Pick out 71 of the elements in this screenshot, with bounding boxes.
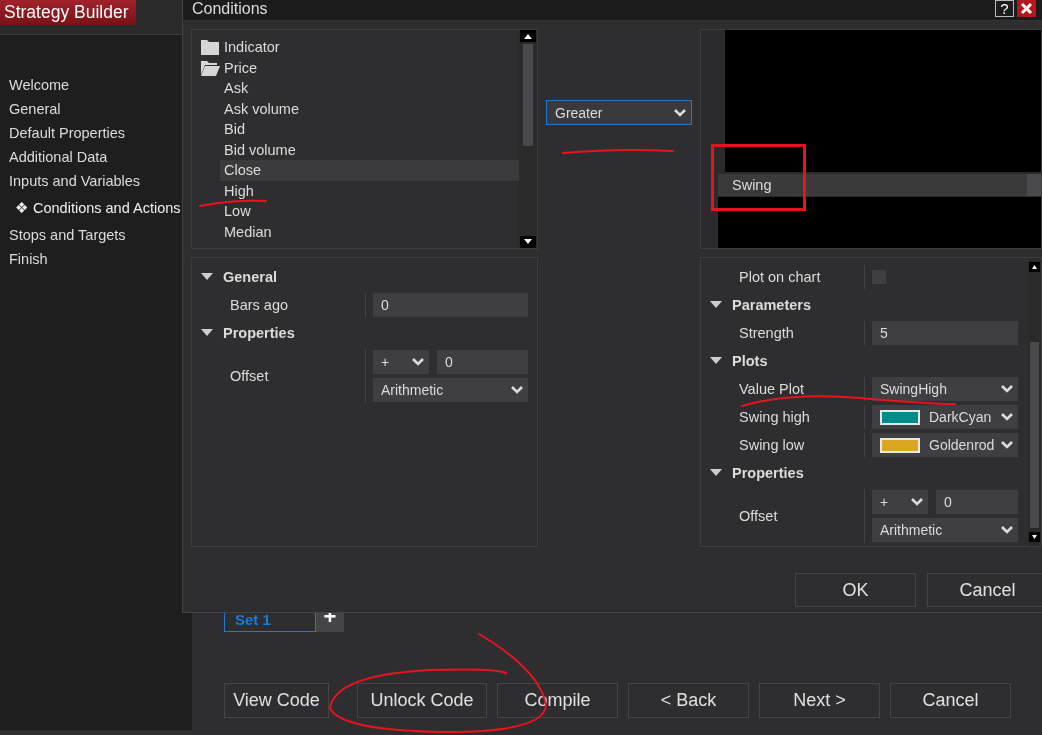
- footer-button[interactable]: Unlock Code: [357, 683, 487, 718]
- dropdown[interactable]: Arithmetic: [373, 378, 528, 402]
- category-heading: General: [223, 269, 277, 285]
- property-label: Offset: [230, 368, 269, 384]
- chevron-down-icon: [910, 497, 924, 507]
- property-label: Value Plot: [739, 381, 805, 397]
- sidebar-item[interactable]: General: [0, 97, 183, 121]
- pen-stroke: [199, 199, 267, 207]
- arrow-up-icon[interactable]: [520, 30, 536, 42]
- tree-item[interactable]: Bid volume: [192, 139, 519, 160]
- sidebar-item[interactable]: Welcome: [0, 73, 183, 97]
- footer-button[interactable]: Next >: [759, 683, 880, 718]
- dropdown[interactable]: SwingHigh: [872, 377, 1019, 401]
- chevron-down-icon: [1000, 525, 1015, 535]
- property-label: Offset: [739, 508, 778, 524]
- close-icon[interactable]: [1017, 0, 1036, 17]
- tree-item[interactable]: Close: [220, 160, 519, 181]
- category-heading: Properties: [223, 325, 295, 341]
- dialog-button[interactable]: Cancel: [927, 573, 1042, 607]
- chevron-down-icon: [510, 385, 524, 395]
- footer-button[interactable]: View Code: [224, 683, 329, 718]
- arrow-down-icon[interactable]: [1029, 532, 1041, 542]
- tree-item[interactable]: Bid: [192, 119, 519, 140]
- dropdown[interactable]: +: [373, 350, 429, 374]
- sidebar-item[interactable]: Inputs and Variables: [0, 169, 183, 193]
- dropdown[interactable]: +: [872, 490, 928, 514]
- category-heading: Plots: [732, 353, 768, 369]
- chevron-down-icon: [411, 357, 425, 367]
- sidebar-item[interactable]: Finish: [0, 247, 183, 271]
- property-label: Strength: [739, 325, 794, 341]
- chevron-down-icon: [1000, 440, 1015, 450]
- property-label: Plot on chart: [739, 269, 821, 285]
- chevron-down-icon: [1000, 384, 1015, 394]
- scroll-thumb[interactable]: [1027, 174, 1041, 196]
- category-heading: Parameters: [732, 297, 811, 313]
- tree-item[interactable]: Median: [192, 221, 519, 242]
- tree-item[interactable]: Ask volume: [192, 98, 519, 119]
- sidebar-item[interactable]: Stops and Targets: [0, 223, 183, 247]
- category-heading: Properties: [732, 465, 804, 481]
- dropdown[interactable]: Arithmetic: [872, 518, 1019, 542]
- dropdown[interactable]: Goldenrod: [872, 433, 1019, 457]
- chevron-down-icon: [1000, 412, 1015, 422]
- property-label: Swing low: [739, 437, 805, 453]
- scrollbar[interactable]: [519, 30, 537, 248]
- tree-item[interactable]: High: [192, 180, 519, 201]
- dialog-button[interactable]: OK: [795, 573, 916, 607]
- property-label: Bars ago: [230, 297, 289, 313]
- dialog-title: Conditions: [192, 0, 268, 18]
- tree-item[interactable]: Ask: [192, 78, 519, 99]
- footer-button[interactable]: Cancel: [890, 683, 1011, 718]
- arrow-up-icon[interactable]: [1029, 262, 1041, 272]
- sidebar-item[interactable]: Additional Data: [0, 145, 183, 169]
- input-field[interactable]: 5: [872, 321, 1019, 345]
- app-title: Strategy Builder: [0, 0, 136, 25]
- list-item[interactable]: Swing: [718, 174, 1027, 196]
- dropdown[interactable]: DarkCyan: [872, 405, 1019, 429]
- property-label: Swing high: [739, 409, 810, 425]
- input-field[interactable]: 0: [936, 490, 1019, 514]
- sidebar-item[interactable]: Default Properties: [0, 121, 183, 145]
- input-field[interactable]: 0: [373, 293, 528, 317]
- dropdown[interactable]: Greater: [546, 100, 692, 125]
- help-button[interactable]: ?: [995, 0, 1014, 17]
- tree-item[interactable]: Price: [224, 59, 258, 76]
- footer-button[interactable]: < Back: [628, 683, 749, 718]
- input-field[interactable]: 0: [437, 350, 528, 374]
- scrollbar[interactable]: [1028, 258, 1041, 546]
- tree-item[interactable]: Low: [192, 201, 519, 222]
- chevron-down-icon: [673, 107, 687, 118]
- arrow-down-icon[interactable]: [520, 236, 536, 248]
- tree-item[interactable]: Indicator: [224, 39, 280, 56]
- sidebar-item[interactable]: ❖ Conditions and Actions: [0, 193, 183, 223]
